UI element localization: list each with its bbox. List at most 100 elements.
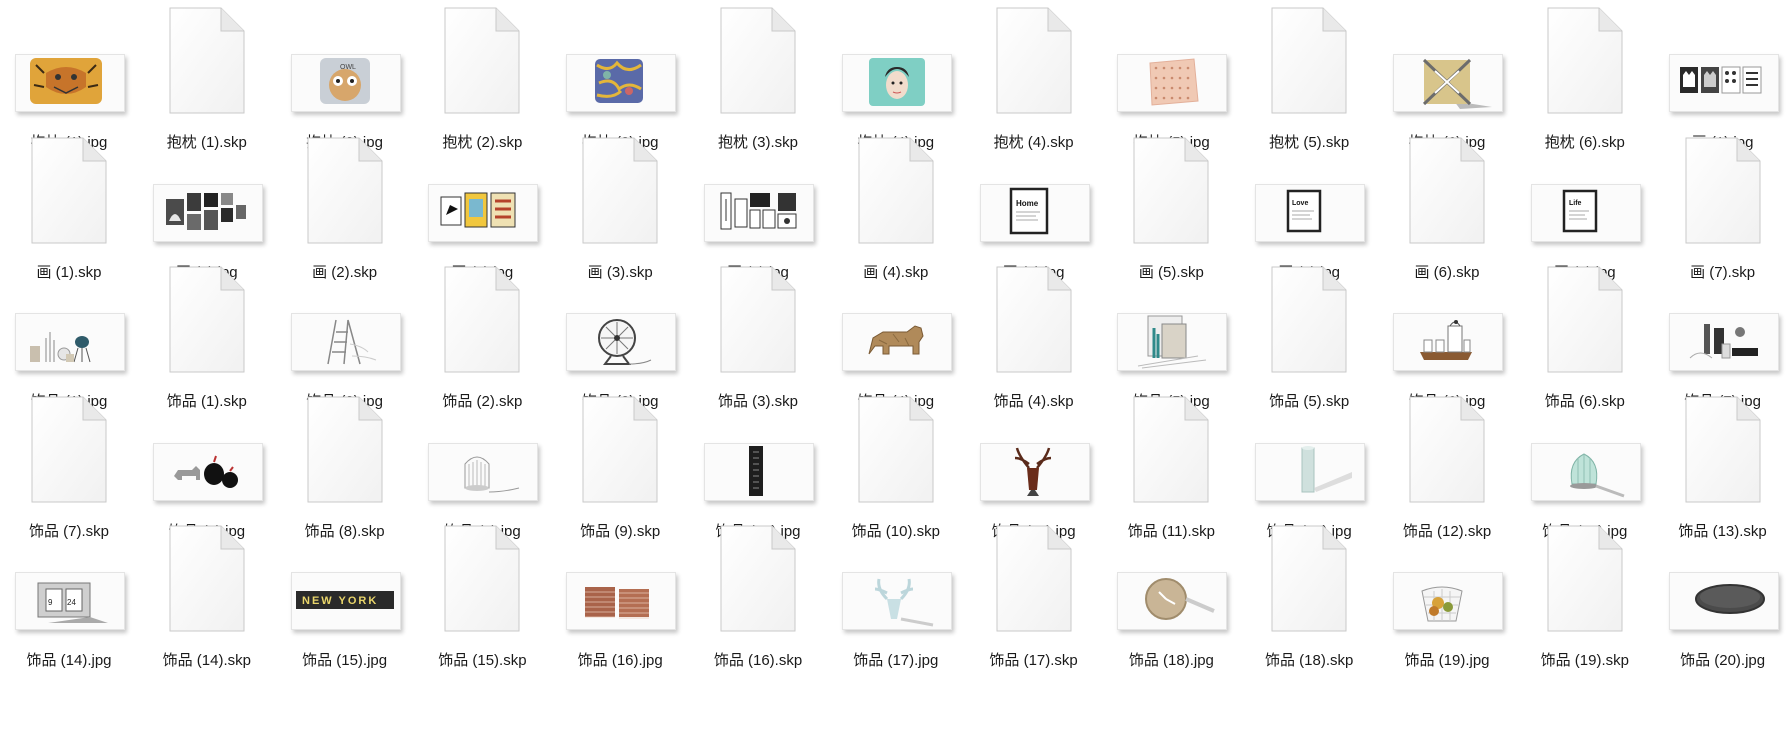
file-item[interactable]: 饰品 (17).skp — [965, 525, 1103, 673]
file-item[interactable]: 饰品 (6).skp — [1516, 266, 1654, 414]
svg-text:NEW YORK: NEW YORK — [302, 595, 378, 607]
file-item[interactable]: Home画 (5).jpg — [965, 137, 1103, 285]
dark-frames-thumbnail — [152, 183, 263, 242]
file-item[interactable]: 饰品 (17).jpg — [827, 525, 965, 673]
file-item[interactable]: 饰品 (12).jpg — [1240, 396, 1378, 544]
file-item[interactable]: 抱枕 (2).skp — [413, 7, 551, 155]
file-item[interactable]: 画 (6).skp — [1378, 137, 1516, 285]
blank-document-icon — [720, 7, 796, 114]
file-item[interactable]: 饰品 (4).skp — [965, 266, 1103, 414]
colorful-frames-thumbnail — [428, 183, 539, 242]
blank-document-icon — [1409, 137, 1485, 244]
file-item[interactable]: 画 (3).skp — [551, 137, 689, 285]
file-item[interactable]: 饰品 (8).jpg — [138, 396, 276, 544]
file-item[interactable]: 饰品 (13).jpg — [1516, 396, 1654, 544]
file-item[interactable]: 饰品 (6).jpg — [1378, 266, 1516, 414]
glass-lamp-thumbnail — [1530, 442, 1641, 501]
blank-document-icon — [444, 266, 520, 373]
file-item[interactable]: 饰品 (1).jpg — [0, 266, 138, 414]
ladder-thumbnail — [290, 313, 401, 372]
file-item[interactable]: 饰品 (12).skp — [1378, 396, 1516, 544]
file-item[interactable]: 画 (2).skp — [276, 137, 414, 285]
blank-document-icon — [1271, 525, 1347, 632]
file-item[interactable]: 抱枕 (4).jpg — [827, 7, 965, 155]
file-item[interactable]: 饰品 (16).jpg — [551, 525, 689, 673]
blank-document-icon — [1547, 266, 1623, 373]
file-item[interactable]: 饰品 (7).skp — [0, 396, 138, 544]
file-item[interactable]: 饰品 (14).skp — [138, 525, 276, 673]
file-item[interactable]: 画 (2).jpg — [138, 137, 276, 285]
blank-document-icon — [169, 525, 245, 632]
file-item[interactable]: 饰品 (3).skp — [689, 266, 827, 414]
blank-document-icon — [720, 266, 796, 373]
file-item[interactable]: 抱枕 (6).skp — [1516, 7, 1654, 155]
file-item[interactable]: 画 (3).jpg — [413, 137, 551, 285]
blank-document-icon — [996, 266, 1072, 373]
blank-document-icon — [1271, 266, 1347, 373]
blank-document-icon — [169, 7, 245, 114]
file-icon-grid: 抱枕 (1).jpg抱枕 (1).skpOWL抱枕 (2).jpg抱枕 (2).… — [0, 0, 1791, 742]
wooden-bear-thumbnail — [841, 313, 952, 372]
file-item[interactable]: 抱枕 (5).skp — [1240, 7, 1378, 155]
file-item[interactable]: 抱枕 (5).jpg — [1102, 7, 1240, 155]
file-item[interactable]: Life画 (7).jpg — [1516, 137, 1654, 285]
portrait-pillow-thumbnail — [841, 54, 952, 112]
file-item[interactable]: 饰品 (5).skp — [1240, 266, 1378, 414]
file-item[interactable]: 饰品 (11).skp — [1102, 396, 1240, 544]
file-item[interactable]: 饰品 (5).jpg — [1102, 266, 1240, 414]
blank-document-icon — [858, 137, 934, 244]
file-item[interactable]: 饰品 (4).jpg — [827, 266, 965, 414]
svg-text:Love: Love — [1292, 200, 1308, 207]
file-item[interactable]: 饰品 (9).jpg — [413, 396, 551, 544]
file-item[interactable]: 饰品 (13).skp — [1654, 396, 1791, 544]
file-item[interactable]: 饰品 (7).jpg — [1654, 266, 1791, 414]
file-item[interactable]: 画 (7).skp — [1654, 137, 1791, 285]
blank-document-icon — [1547, 7, 1623, 114]
file-item[interactable]: 画 (1).skp — [0, 137, 138, 285]
blank-document-icon — [31, 137, 107, 244]
file-item[interactable]: 画 (5).skp — [1102, 137, 1240, 285]
file-item[interactable]: 抱枕 (1).skp — [138, 7, 276, 155]
new-york-sign-thumbnail: NEW YORK — [290, 572, 401, 631]
home-frame-thumbnail: Home — [979, 183, 1090, 242]
file-item[interactable]: 饰品 (9).skp — [551, 396, 689, 544]
file-item[interactable]: 饰品 (19).skp — [1516, 525, 1654, 673]
file-item[interactable]: NEW YORK 饰品 (15).jpg — [276, 525, 414, 673]
blank-document-icon — [996, 525, 1072, 632]
svg-text:Life: Life — [1569, 200, 1582, 207]
tea-set-thumbnail — [1393, 313, 1503, 372]
file-item[interactable]: 饰品 (16).skp — [689, 525, 827, 673]
file-name-label: 饰品 (14).skp — [162, 652, 251, 670]
file-item[interactable]: 饰品 (2).jpg — [276, 266, 414, 414]
file-item[interactable]: 画 (4).skp — [827, 137, 965, 285]
dark-tray-thumbnail — [1668, 572, 1779, 631]
file-item[interactable]: 饰品 (15).skp — [413, 525, 551, 673]
file-item[interactable]: 抱枕 (1).jpg — [0, 7, 138, 155]
file-item[interactable]: 抱枕 (3).jpg — [551, 7, 689, 155]
file-item[interactable]: 饰品 (1).skp — [138, 266, 276, 414]
file-item[interactable]: 饰品 (18).skp — [1240, 525, 1378, 673]
patterned-pillow-thumbnail — [566, 54, 677, 112]
frames-set-thumbnail — [1117, 313, 1228, 372]
file-item[interactable]: OWL抱枕 (2).jpg — [276, 7, 414, 155]
love-frame-thumbnail: Love — [1255, 183, 1366, 242]
file-item[interactable]: 饰品 (3).jpg — [551, 266, 689, 414]
file-item[interactable]: 饰品 (20).jpg — [1654, 525, 1791, 673]
file-item[interactable]: 画 (1).jpg — [1654, 7, 1791, 155]
file-item[interactable]: 画 (4).jpg — [689, 137, 827, 285]
file-item[interactable]: 饰品 (19).jpg — [1378, 525, 1516, 673]
file-item[interactable]: 饰品 (11).jpg — [965, 396, 1103, 544]
file-item[interactable]: 9 24 饰品 (14).jpg — [0, 525, 138, 673]
file-name-label: 饰品 (20).jpg — [1680, 652, 1766, 670]
file-name-label: 饰品 (18).jpg — [1128, 652, 1214, 670]
file-item[interactable]: 抱枕 (3).skp — [689, 7, 827, 155]
file-item[interactable]: 抱枕 (4).skp — [965, 7, 1103, 155]
file-item[interactable]: 饰品 (2).skp — [413, 266, 551, 414]
file-item[interactable]: 饰品 (10).skp — [827, 396, 965, 544]
file-item[interactable]: 饰品 (18).jpg — [1102, 525, 1240, 673]
file-item[interactable]: 饰品 (10).jpg — [689, 396, 827, 544]
file-item[interactable]: 饰品 (8).skp — [276, 396, 414, 544]
file-item[interactable]: 抱枕 (6).jpg — [1378, 7, 1516, 155]
file-name-label: 饰品 (17).jpg — [853, 652, 939, 670]
file-item[interactable]: Love画 (6).jpg — [1240, 137, 1378, 285]
